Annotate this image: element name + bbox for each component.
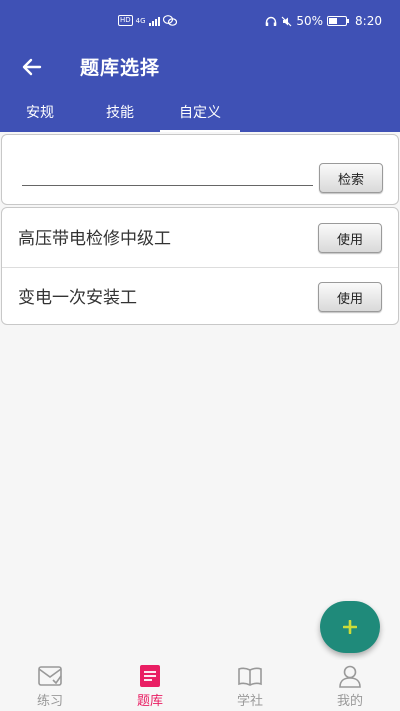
app-header: HD 4G 50% 8:20 题库选择 安规 技能 自定义: [0, 0, 400, 132]
tab-custom[interactable]: 自定义: [160, 102, 240, 122]
headphones-icon: [266, 16, 277, 26]
title-bar: 题库选择: [0, 44, 400, 90]
nav-label: 我的: [336, 694, 363, 709]
nav-study-group[interactable]: 学社: [210, 664, 290, 709]
mute-icon: [281, 16, 292, 26]
search-underline: [22, 185, 313, 186]
wechat-icon: [162, 15, 177, 26]
signal-icon: [148, 16, 160, 26]
status-right: 50% 8:20: [265, 14, 382, 28]
hd-badge: HD: [118, 15, 133, 26]
back-button[interactable]: [18, 54, 46, 80]
battery-icon: [327, 16, 350, 26]
bank-name: 变电一次安装工: [18, 288, 137, 308]
bottom-nav: 练习 题库 学社 我的: [0, 660, 400, 711]
arrow-left-icon: [22, 58, 42, 76]
page-title: 题库选择: [80, 57, 161, 79]
nav-label: 练习: [36, 694, 63, 709]
tab-safety[interactable]: 安规: [0, 102, 80, 122]
book-icon: [238, 667, 262, 686]
bank-name: 高压带电检修中级工: [18, 229, 171, 249]
tab-bar: 安规 技能 自定义: [0, 94, 400, 132]
search-card: 检索: [1, 134, 399, 205]
network-label: 4G: [135, 16, 146, 25]
tab-indicator: [160, 130, 240, 132]
user-icon: [339, 665, 361, 688]
list-icon: [140, 665, 160, 687]
search-input[interactable]: [22, 161, 313, 185]
status-bar: HD 4G 50% 8:20: [0, 0, 400, 44]
list-item: 变电一次安装工 使用: [2, 267, 398, 326]
status-left: HD 4G: [118, 15, 177, 26]
use-button[interactable]: 使用: [318, 282, 382, 312]
battery-percent: 50%: [296, 14, 324, 28]
list-item: 高压带电检修中级工 使用: [2, 208, 398, 268]
nav-label: 学社: [236, 694, 263, 709]
nav-label: 题库: [136, 694, 163, 709]
search-button[interactable]: 检索: [319, 163, 383, 193]
status-time: 8:20: [355, 14, 382, 28]
bank-list: 高压带电检修中级工 使用 变电一次安装工 使用: [1, 207, 399, 325]
nav-practice[interactable]: 练习: [10, 664, 90, 709]
mail-icon: [38, 666, 62, 686]
use-button[interactable]: 使用: [318, 223, 382, 253]
plus-icon: [343, 620, 357, 634]
nav-question-bank[interactable]: 题库: [110, 664, 190, 709]
nav-profile[interactable]: 我的: [310, 664, 390, 709]
add-bank-button[interactable]: [320, 601, 380, 653]
tab-skills[interactable]: 技能: [80, 102, 160, 122]
